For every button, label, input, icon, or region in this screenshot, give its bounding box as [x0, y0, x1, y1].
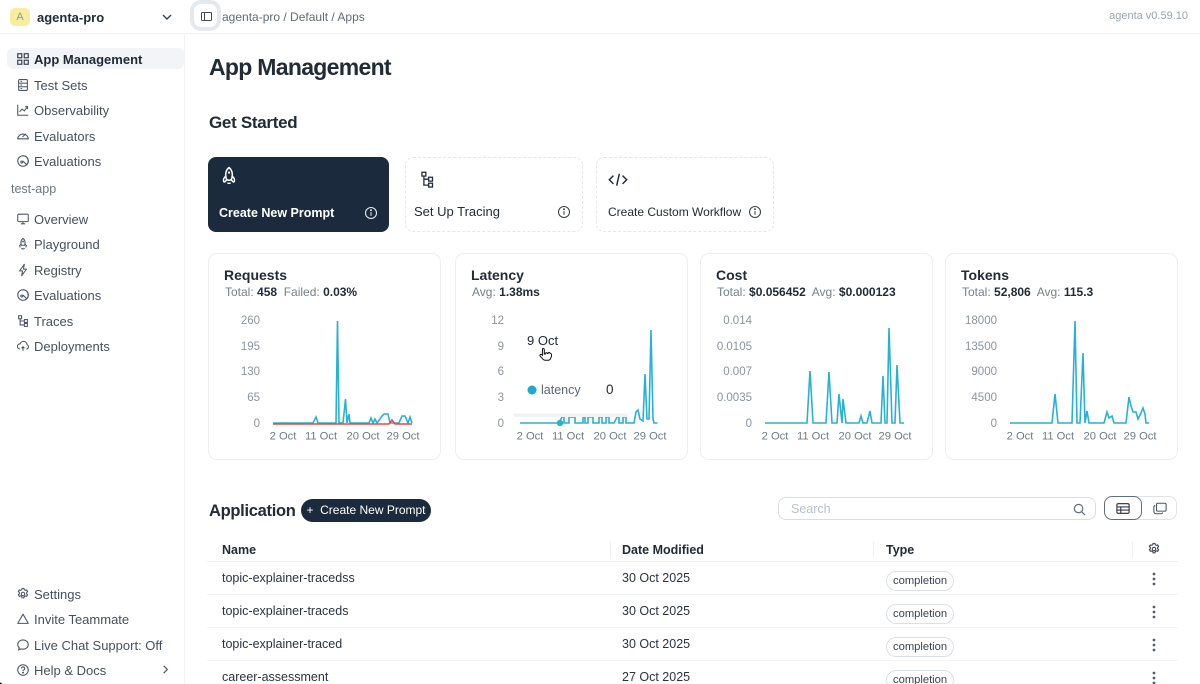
svg-text:0: 0 — [991, 418, 997, 430]
svg-text:11 Oct: 11 Oct — [1042, 431, 1075, 443]
svg-text:0.014: 0.014 — [723, 315, 752, 327]
svg-text:0.007: 0.007 — [723, 366, 752, 378]
svg-text:11 Oct: 11 Oct — [552, 431, 585, 443]
svg-text:2 Oct: 2 Oct — [1007, 431, 1035, 443]
svg-text:0.0035: 0.0035 — [717, 392, 752, 404]
svg-text:9: 9 — [498, 341, 504, 353]
svg-text:2 Oct: 2 Oct — [270, 431, 298, 443]
svg-text:65: 65 — [247, 392, 260, 404]
svg-text:6: 6 — [498, 366, 504, 378]
svg-text:0: 0 — [498, 418, 504, 430]
svg-text:20 Oct: 20 Oct — [347, 431, 381, 443]
svg-text:9000: 9000 — [971, 366, 997, 378]
svg-text:18000: 18000 — [965, 315, 997, 327]
svg-text:2 Oct: 2 Oct — [517, 431, 545, 443]
svg-text:9 Oct: 9 Oct — [527, 333, 558, 348]
svg-text:2 Oct: 2 Oct — [762, 431, 790, 443]
svg-text:3: 3 — [498, 392, 504, 404]
svg-text:4500: 4500 — [971, 392, 997, 404]
svg-text:29 Oct: 29 Oct — [879, 431, 913, 443]
svg-text:20 Oct: 20 Oct — [1084, 431, 1118, 443]
svg-text:29 Oct: 29 Oct — [634, 431, 668, 443]
svg-text:20 Oct: 20 Oct — [594, 431, 628, 443]
svg-text:11 Oct: 11 Oct — [797, 431, 830, 443]
svg-text:0.0105: 0.0105 — [717, 341, 752, 353]
svg-text:29 Oct: 29 Oct — [387, 431, 421, 443]
svg-text:260: 260 — [241, 315, 260, 327]
svg-text:12: 12 — [491, 315, 504, 327]
svg-text:0: 0 — [746, 418, 752, 430]
svg-text:latency: latency — [541, 383, 581, 397]
svg-text:0: 0 — [254, 418, 260, 430]
svg-text:11 Oct: 11 Oct — [305, 431, 338, 443]
svg-text:195: 195 — [241, 341, 260, 353]
svg-text:20 Oct: 20 Oct — [839, 431, 873, 443]
svg-text:130: 130 — [241, 366, 260, 378]
svg-text:13500: 13500 — [965, 341, 997, 353]
svg-text:29 Oct: 29 Oct — [1124, 431, 1158, 443]
svg-text:0: 0 — [606, 382, 614, 397]
